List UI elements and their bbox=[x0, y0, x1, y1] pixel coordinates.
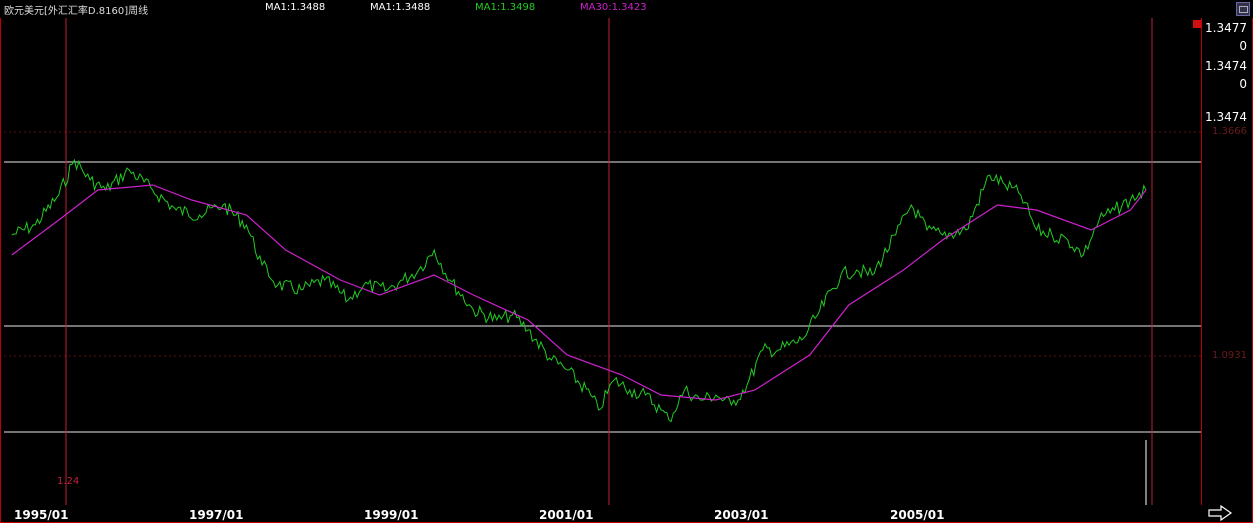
x-label-2003: 2003/01 bbox=[714, 508, 769, 522]
y-label-5: 1.3474 bbox=[1205, 110, 1247, 124]
x-label-1997: 1997/01 bbox=[189, 508, 244, 522]
chart-svg bbox=[4, 18, 1201, 505]
series-line-ma1 bbox=[11, 158, 1147, 423]
series-line-ma30 bbox=[11, 184, 1147, 401]
x-label-1999: 1999/01 bbox=[364, 508, 419, 522]
y-label-3: 1.3474 bbox=[1205, 59, 1247, 73]
grid-lines bbox=[4, 131, 1201, 433]
y-label-4: 0 bbox=[1239, 77, 1247, 91]
y-label-1: 1.3477 bbox=[1205, 21, 1247, 35]
scroll-right-arrow-icon[interactable] bbox=[1207, 505, 1233, 521]
x-label-1995: 1995/01 bbox=[14, 508, 69, 522]
series-layer bbox=[11, 158, 1147, 423]
x-label-2001: 2001/01 bbox=[539, 508, 594, 522]
plot-border-right bbox=[1201, 18, 1202, 505]
y-label-2: 0 bbox=[1239, 39, 1247, 53]
x-label-2005: 2005/01 bbox=[890, 508, 945, 522]
indicator-square bbox=[1193, 20, 1201, 28]
y-faint-label-1: 1.3666 bbox=[1212, 126, 1247, 137]
y-faint-label-2: 1.0931 bbox=[1212, 350, 1247, 361]
marker-label: 1.24 bbox=[57, 476, 80, 487]
